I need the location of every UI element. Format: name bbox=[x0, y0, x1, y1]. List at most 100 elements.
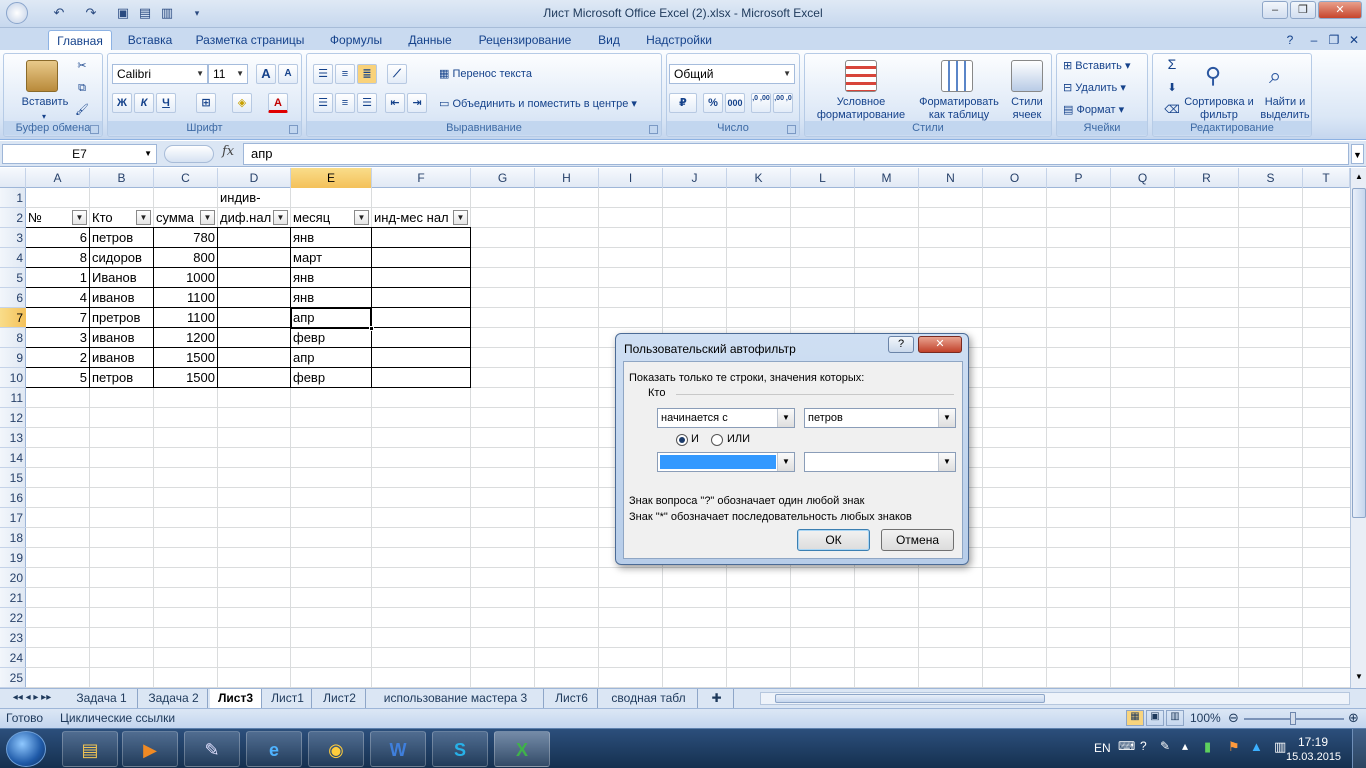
minimize-button[interactable]: – bbox=[1262, 1, 1288, 19]
sheet-nav-icons[interactable]: ◂◂ ◂ ▸ ▸▸ bbox=[2, 689, 62, 708]
decrease-indent-icon[interactable]: ⇤ bbox=[385, 93, 405, 113]
row-header[interactable]: 2 bbox=[0, 208, 26, 228]
percent-button[interactable]: % bbox=[703, 93, 723, 113]
font-name-combo[interactable]: Calibri ▼ bbox=[112, 64, 208, 84]
font-launcher-icon[interactable] bbox=[289, 125, 298, 134]
row-header[interactable]: 24 bbox=[0, 648, 26, 668]
sheet-tab[interactable]: Лист1 bbox=[264, 689, 312, 708]
clock-date[interactable]: 15.03.2015 bbox=[1286, 751, 1341, 763]
chrome-taskbar-icon[interactable]: ◉ bbox=[308, 731, 364, 767]
column-header[interactable]: M bbox=[855, 168, 919, 188]
row-header[interactable]: 8 bbox=[0, 328, 26, 348]
sheet-tab[interactable]: Задача 1 bbox=[66, 689, 138, 708]
table-cell[interactable]: иванов bbox=[90, 288, 153, 308]
table-cell[interactable]: апр bbox=[291, 348, 371, 368]
tray-expand-icon[interactable]: ▴ bbox=[1182, 739, 1188, 753]
format-painter-icon[interactable]: 🖌 bbox=[74, 104, 90, 117]
flag-icon[interactable]: ⚑ bbox=[1228, 739, 1240, 755]
zoom-out-icon[interactable]: ⊖ bbox=[1228, 710, 1239, 726]
column-header[interactable]: D bbox=[218, 168, 291, 188]
row-header[interactable]: 25 bbox=[0, 668, 26, 688]
number-format-combo[interactable]: Общий ▼ bbox=[669, 64, 795, 84]
insert-sheet-icon[interactable]: ✚ bbox=[700, 689, 734, 708]
restore-button[interactable]: ❐ bbox=[1290, 1, 1316, 19]
find-select-button[interactable]: Найти и выделить bbox=[1257, 96, 1313, 122]
table-cell[interactable]: янв bbox=[291, 268, 371, 288]
header-cell-top[interactable]: индив- bbox=[218, 188, 290, 208]
sheet-tab-active[interactable]: Лист3 bbox=[210, 689, 262, 708]
merge-center-button[interactable]: ▭ Объединить и поместить в центре ▾ bbox=[439, 98, 637, 111]
zoom-slider-thumb[interactable] bbox=[1290, 712, 1296, 725]
table-cell[interactable]: иванов bbox=[90, 348, 153, 368]
ok-button[interactable]: ОК bbox=[797, 529, 870, 551]
paste-button[interactable]: Вставить bbox=[10, 96, 80, 109]
alignment-launcher-icon[interactable] bbox=[649, 125, 658, 134]
row-header[interactable]: 15 bbox=[0, 468, 26, 488]
table-cell[interactable]: февр bbox=[291, 328, 371, 348]
row-header[interactable]: 12 bbox=[0, 408, 26, 428]
font-size-combo[interactable]: 11 ▼ bbox=[208, 64, 248, 84]
sheet-tab[interactable]: Задача 2 bbox=[140, 689, 208, 708]
explorer-taskbar-icon[interactable]: ▤ bbox=[62, 731, 118, 767]
insert-function-button[interactable]: fx bbox=[222, 144, 234, 159]
decrease-decimal-button[interactable]: ,00 ,0 bbox=[773, 93, 793, 113]
clipboard-launcher-icon[interactable] bbox=[90, 125, 99, 134]
thousands-button[interactable]: 000 bbox=[725, 93, 745, 113]
table-cell[interactable]: 7 bbox=[26, 308, 89, 328]
sheet-tab[interactable]: Лист6 bbox=[546, 689, 598, 708]
column-header[interactable]: H bbox=[535, 168, 599, 188]
paint-taskbar-icon[interactable]: ✎ bbox=[184, 731, 240, 767]
cancel-button[interactable]: Отмена bbox=[881, 529, 954, 551]
copy-icon[interactable]: ⧉ bbox=[74, 82, 90, 95]
expand-formula-icon[interactable]: ▼ bbox=[1351, 144, 1364, 164]
zoom-in-icon[interactable]: ⊕ bbox=[1348, 710, 1359, 726]
word-taskbar-icon[interactable]: W bbox=[370, 731, 426, 767]
fill-color-icon[interactable]: ◈ bbox=[232, 93, 252, 113]
wrap-text-button[interactable]: ▦ Перенос текста bbox=[439, 68, 532, 81]
condition2-operator-combo[interactable]: ▼ bbox=[657, 452, 795, 472]
tab-insert[interactable]: Вставка bbox=[120, 30, 180, 50]
table-cell[interactable]: 780 bbox=[154, 228, 217, 248]
filter-dropdown-icon[interactable]: ▼ bbox=[72, 210, 87, 225]
row-header[interactable]: 10 bbox=[0, 368, 26, 388]
dialog-close-button[interactable]: ✕ bbox=[918, 336, 962, 353]
table-cell[interactable]: 2 bbox=[26, 348, 89, 368]
table-cell[interactable]: янв bbox=[291, 228, 371, 248]
microphone-icon[interactable]: ✎ bbox=[1160, 739, 1170, 753]
tab-formulas[interactable]: Формулы bbox=[322, 30, 390, 50]
column-header[interactable]: B bbox=[90, 168, 154, 188]
tab-page-layout[interactable]: Разметка страницы bbox=[190, 30, 310, 50]
table-cell[interactable]: янв bbox=[291, 288, 371, 308]
table-cell[interactable]: 1100 bbox=[154, 308, 217, 328]
tab-data[interactable]: Данные bbox=[400, 30, 460, 50]
table-cell[interactable]: март bbox=[291, 248, 371, 268]
column-header[interactable]: E bbox=[291, 168, 372, 188]
ribbon-restore-icon[interactable]: ❐ bbox=[1326, 30, 1342, 50]
column-header[interactable]: N bbox=[919, 168, 983, 188]
format-cells-button[interactable]: ▤ Формат ▾ bbox=[1063, 104, 1124, 117]
header-cell[interactable]: № bbox=[26, 208, 73, 228]
format-as-table-button[interactable]: Форматировать как таблицу bbox=[913, 96, 1005, 122]
table-cell[interactable]: 1000 bbox=[154, 268, 217, 288]
table-cell[interactable]: 1200 bbox=[154, 328, 217, 348]
or-radio[interactable] bbox=[711, 434, 723, 446]
row-header[interactable]: 18 bbox=[0, 528, 26, 548]
table-cell[interactable]: петров bbox=[90, 368, 153, 388]
dialog-help-button[interactable]: ? bbox=[888, 336, 914, 353]
and-radio[interactable] bbox=[676, 434, 688, 446]
select-all-corner[interactable] bbox=[0, 168, 26, 188]
table-cell[interactable]: петров bbox=[90, 228, 153, 248]
column-header[interactable]: C bbox=[154, 168, 218, 188]
font-color-button[interactable]: A bbox=[268, 93, 288, 113]
align-middle-icon[interactable]: ≡ bbox=[335, 64, 355, 84]
clock-time[interactable]: 17:19 bbox=[1298, 735, 1328, 749]
row-header[interactable]: 7 bbox=[0, 308, 26, 328]
table-cell[interactable]: 1 bbox=[26, 268, 89, 288]
cut-icon[interactable]: ✂ bbox=[74, 60, 90, 73]
tab-review[interactable]: Рецензирование bbox=[470, 30, 580, 50]
status-circular-refs[interactable]: Циклические ссылки bbox=[60, 711, 175, 725]
row-header[interactable]: 1 bbox=[0, 188, 26, 208]
show-desktop-button[interactable] bbox=[1352, 729, 1366, 768]
table-cell[interactable]: 8 bbox=[26, 248, 89, 268]
tab-addins[interactable]: Надстройки bbox=[638, 30, 720, 50]
